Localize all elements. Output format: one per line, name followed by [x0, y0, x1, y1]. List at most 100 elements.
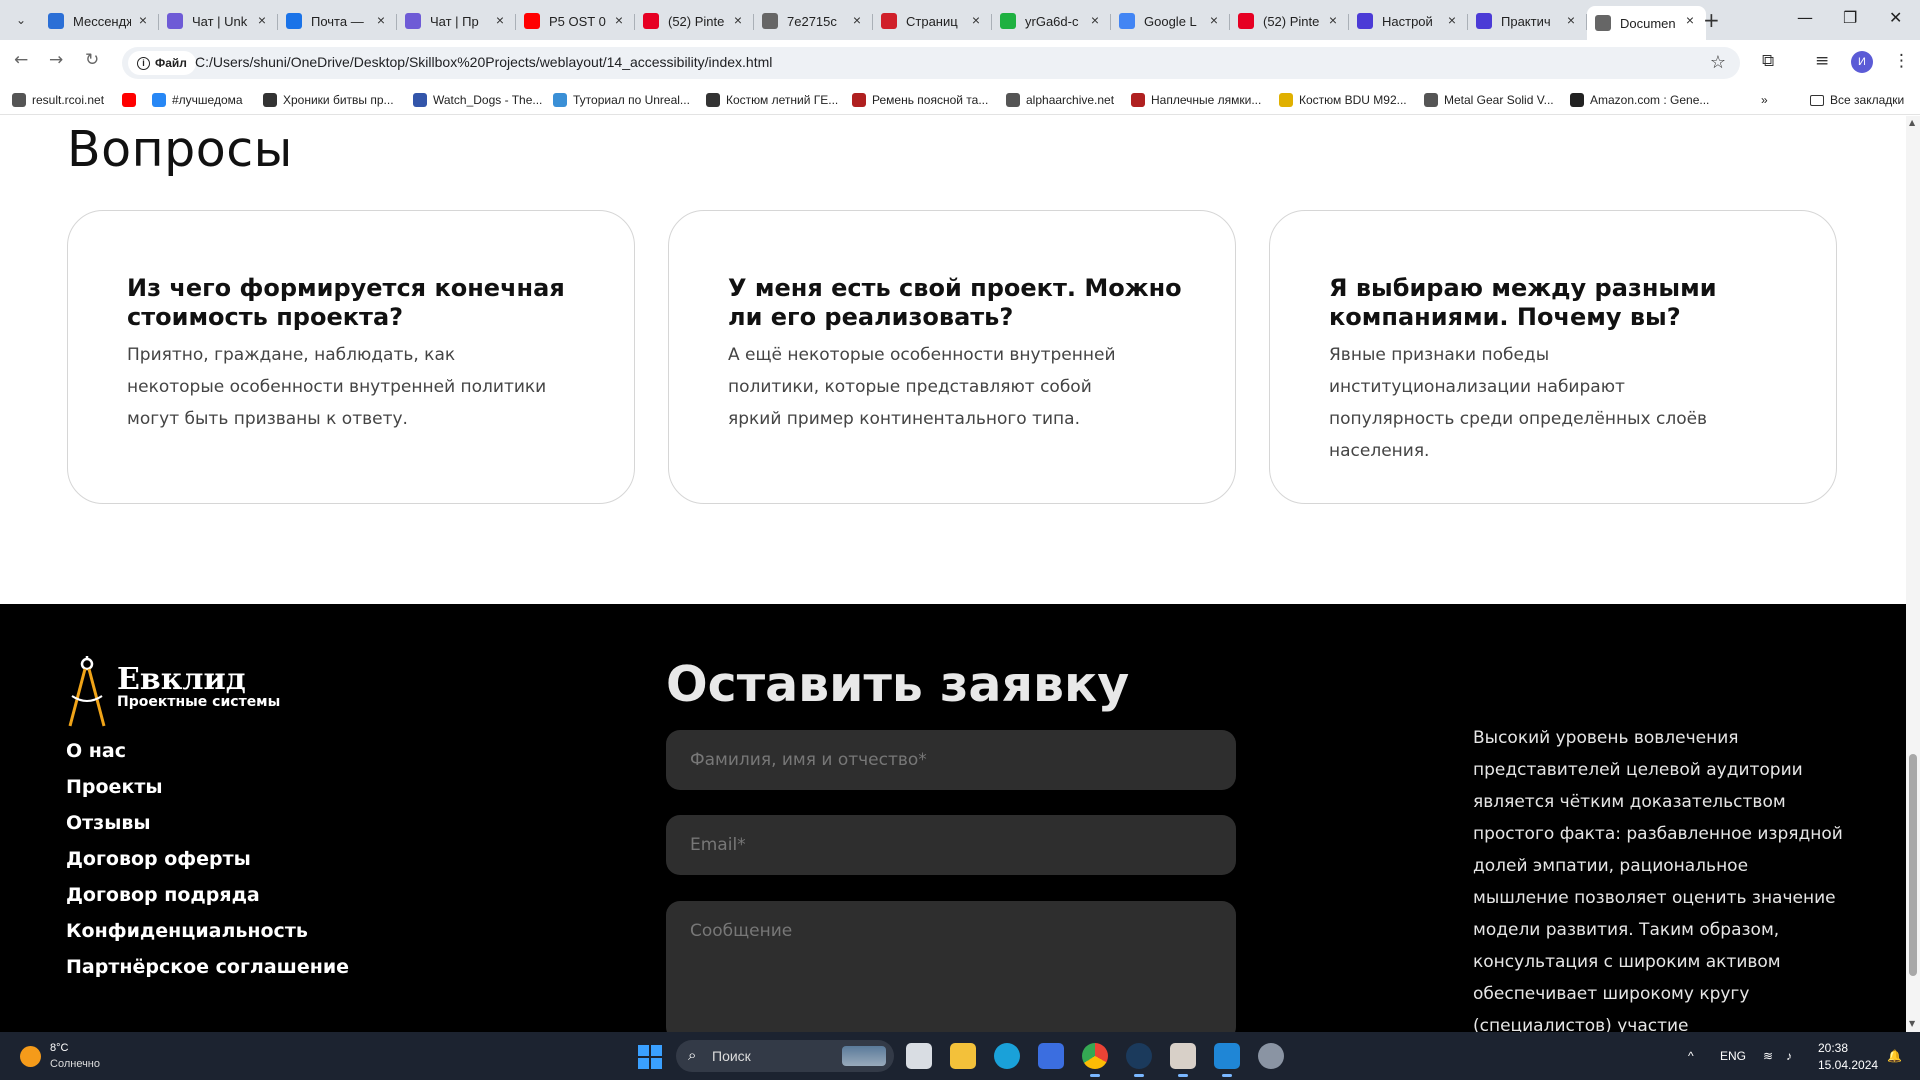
bookmark-item[interactable]: alphaarchive.net [1006, 91, 1114, 109]
browser-tab[interactable]: Мессендж × [40, 6, 159, 36]
bookmark-item[interactable]: Ремень поясной та... [852, 91, 988, 109]
notification-bell-icon[interactable]: 🔔 [1887, 1049, 1902, 1063]
windows-start-icon[interactable] [638, 1045, 662, 1069]
extensions-icon[interactable]: ⧉ [1762, 51, 1774, 71]
bookmark-star-icon[interactable]: ☆ [1710, 52, 1726, 73]
clock-time[interactable]: 20:38 [1818, 1041, 1848, 1055]
email-field[interactable] [666, 815, 1236, 875]
vscode-icon[interactable] [1214, 1043, 1240, 1077]
language-indicator[interactable]: ENG [1720, 1049, 1746, 1063]
url-text[interactable]: C:/Users/shuni/OneDrive/Desktop/Skillbox… [195, 54, 772, 70]
footer-link-projects[interactable]: Проекты [66, 776, 349, 812]
browser-tab[interactable]: yrGa6d-c × [992, 6, 1111, 36]
close-tab-icon[interactable]: × [1686, 12, 1694, 28]
bookmark-item[interactable]: Туториал по Unreal... [553, 91, 690, 109]
menu-icon[interactable]: ⋮ [1893, 51, 1910, 71]
close-tab-icon[interactable]: × [496, 12, 504, 28]
task-view-icon[interactable] [906, 1043, 932, 1069]
close-tab-icon[interactable]: × [615, 12, 623, 28]
footer-description: Высокий уровень вовлечения представителе… [1473, 728, 1843, 1032]
bookmark-item[interactable]: Костюм BDU M92... [1279, 91, 1407, 109]
close-tab-icon[interactable]: × [1210, 12, 1218, 28]
bookmark-item[interactable]: Amazon.com : Gene... [1570, 91, 1709, 109]
bookmark-item[interactable] [122, 91, 142, 109]
scroll-down-icon[interactable]: ▼ [1909, 1019, 1915, 1028]
close-tab-icon[interactable]: × [734, 12, 742, 28]
browser-tab[interactable]: Почта — × [278, 6, 397, 36]
close-tab-icon[interactable]: × [853, 12, 861, 28]
close-tab-icon[interactable]: × [1091, 12, 1099, 28]
scroll-thumb[interactable] [1909, 754, 1917, 976]
page-scrollbar[interactable]: ▲ ▼ [1906, 116, 1920, 1032]
close-tab-icon[interactable]: × [1329, 12, 1337, 28]
file-explorer-icon[interactable] [950, 1043, 976, 1069]
pinterest-icon [643, 13, 659, 29]
search-highlight-image [842, 1046, 886, 1066]
message-field[interactable] [666, 901, 1236, 1032]
bookmark-item[interactable]: Metal Gear Solid V... [1424, 91, 1554, 109]
wifi-icon[interactable]: ≋ [1763, 1049, 1773, 1063]
paint-icon[interactable] [1170, 1043, 1196, 1077]
footer-link-about[interactable]: О нас [66, 740, 349, 776]
more-bookmarks-icon[interactable]: » [1761, 91, 1768, 109]
address-bar[interactable]: i Файл C:/Users/shuni/OneDrive/Desktop/S… [122, 47, 1740, 79]
compass-logo-icon[interactable] [66, 656, 108, 728]
scroll-up-icon[interactable]: ▲ [1909, 118, 1915, 127]
footer-link-partner[interactable]: Партнёрское соглашение [66, 956, 349, 992]
close-tab-icon[interactable]: × [1567, 12, 1575, 28]
store-icon[interactable] [1038, 1043, 1064, 1069]
close-tab-icon[interactable]: × [258, 12, 266, 28]
browser-tab[interactable]: Google L × [1111, 6, 1230, 36]
forward-icon[interactable]: → [49, 50, 63, 70]
close-tab-icon[interactable]: × [377, 12, 385, 28]
weather-temp[interactable]: 8°C [50, 1042, 68, 1054]
browser-tab[interactable]: Практич × [1468, 6, 1587, 36]
browser-tab[interactable]: Чат | Пр × [397, 6, 516, 36]
bookmark-item[interactable]: Костюм летний ГЕ... [706, 91, 838, 109]
browser-tab[interactable]: Documen × [1587, 6, 1706, 40]
minimize-icon[interactable]: — [1797, 8, 1813, 27]
browser-tab[interactable]: Страниц × [873, 6, 992, 36]
bookmark-item[interactable]: #лучшедома [152, 91, 243, 109]
browser-tab[interactable]: (52) Pinte × [635, 6, 754, 36]
globe-icon [1595, 15, 1611, 31]
chrome-icon[interactable] [1082, 1043, 1108, 1077]
sun-icon[interactable] [20, 1046, 41, 1067]
tab-search-icon[interactable]: ⌄ [8, 7, 34, 33]
edge-icon[interactable] [994, 1043, 1020, 1069]
new-tab-icon[interactable]: + [1703, 8, 1720, 32]
close-window-icon[interactable]: ✕ [1889, 8, 1902, 27]
weather-desc[interactable]: Солнечно [50, 1058, 100, 1070]
restore-icon[interactable]: ❐ [1843, 8, 1857, 27]
tray-chevron-icon[interactable]: ^ [1688, 1049, 1694, 1063]
close-tab-icon[interactable]: × [1448, 12, 1456, 28]
footer-link-offer[interactable]: Договор оферты [66, 848, 349, 884]
browser-tab[interactable]: 7e2715c × [754, 6, 873, 36]
footer-link-privacy[interactable]: Конфиденциальность [66, 920, 349, 956]
volume-icon[interactable]: ♪ [1786, 1049, 1792, 1063]
clock-date[interactable]: 15.04.2024 [1818, 1058, 1878, 1072]
browser-tab[interactable]: (52) Pinte × [1230, 6, 1349, 36]
browser-tab[interactable]: Настрой × [1349, 6, 1468, 36]
bookmark-item[interactable]: Хроники битвы пр... [263, 91, 394, 109]
back-icon[interactable]: ← [14, 50, 28, 70]
steam-icon[interactable] [1126, 1043, 1152, 1077]
settings-icon[interactable] [1258, 1043, 1284, 1069]
reload-icon[interactable]: ↻ [85, 50, 99, 70]
name-field[interactable] [666, 730, 1236, 790]
bookmark-item[interactable]: Наплечные лямки... [1131, 91, 1261, 109]
site-info-chip[interactable]: i Файл [128, 51, 196, 75]
footer-link-reviews[interactable]: Отзывы [66, 812, 349, 848]
footer-link-contract[interactable]: Договор подряда [66, 884, 349, 920]
all-bookmarks-button[interactable]: Все закладки [1810, 91, 1904, 109]
close-tab-icon[interactable]: × [972, 12, 980, 28]
close-tab-icon[interactable]: × [139, 12, 147, 28]
media-controls-icon[interactable]: ≡ [1815, 51, 1829, 71]
bookmark-item[interactable]: result.rcoi.net [12, 91, 104, 109]
bookmark-item[interactable]: Watch_Dogs - The... [413, 91, 542, 109]
logo-name[interactable]: Евклид [117, 662, 246, 697]
profile-avatar[interactable]: И [1851, 51, 1873, 73]
browser-tab[interactable]: P5 OST 0 × [516, 6, 635, 36]
taskbar-search[interactable]: ⌕ Поиск [676, 1040, 894, 1072]
browser-tab[interactable]: Чат | Unk × [159, 6, 278, 36]
